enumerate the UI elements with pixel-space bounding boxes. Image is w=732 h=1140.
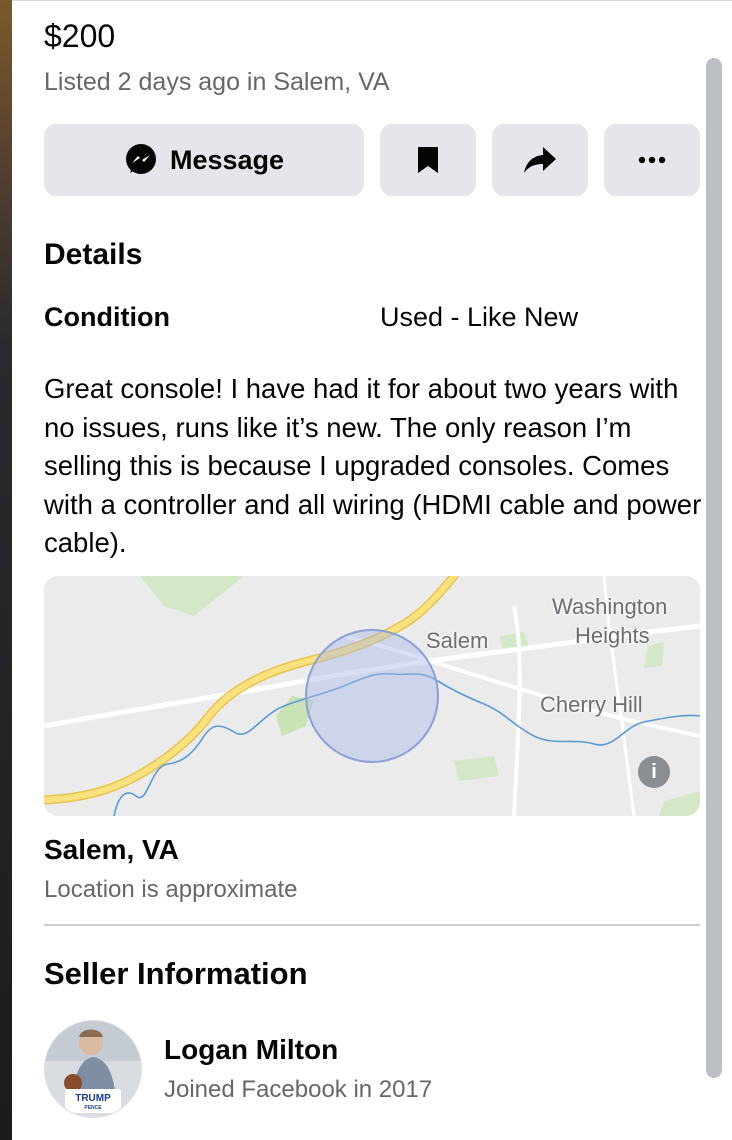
map-label-cherry-hill: Cherry Hill <box>540 692 643 717</box>
map-label-heights: Heights <box>575 623 650 648</box>
scrollbar-thumb[interactable] <box>706 58 722 1078</box>
condition-label: Condition <box>44 302 170 332</box>
seller-name[interactable]: Logan Milton <box>164 1034 338 1066</box>
more-options-button[interactable] <box>604 124 700 196</box>
message-button-label: Message <box>169 144 285 175</box>
listing-meta: Listed 2 days ago in Salem, VA <box>44 68 390 96</box>
listing-description: Great console! I have had it for about t… <box>44 373 702 558</box>
window-edge <box>0 0 12 1140</box>
avatar-sign-subtext: PENCE <box>84 1105 102 1111</box>
top-divider <box>12 0 732 1</box>
seller-joined: Joined Facebook in 2017 <box>164 1076 433 1103</box>
seller-heading: Seller Information <box>44 956 308 991</box>
share-icon <box>524 147 556 173</box>
section-divider <box>44 924 700 926</box>
message-button[interactable]: Message <box>44 124 364 196</box>
save-button[interactable] <box>380 124 476 196</box>
avatar-image: TRUMP PENCE <box>45 1021 141 1117</box>
info-icon[interactable]: i <box>638 756 670 788</box>
bookmark-icon <box>418 147 438 173</box>
condition-value: Used - Like New <box>380 302 579 332</box>
map-label-washington: Washington <box>552 594 668 619</box>
location-note: Location is approximate <box>44 876 298 903</box>
details-heading: Details <box>44 238 143 271</box>
location-map[interactable]: Salem Washington Heights Cherry Hill i <box>44 576 700 816</box>
share-button[interactable] <box>492 124 588 196</box>
location-title: Salem, VA <box>44 834 179 865</box>
messenger-icon <box>125 144 156 174</box>
avatar-sign-text: TRUMP <box>75 1093 111 1104</box>
map-label-salem: Salem <box>426 628 489 653</box>
listing-price: $200 <box>44 18 116 54</box>
seller-avatar[interactable]: TRUMP PENCE <box>44 1020 142 1118</box>
more-icon <box>638 156 666 164</box>
listing-panel: $200 Listed 2 days ago in Salem, VA Mess… <box>12 0 732 1140</box>
